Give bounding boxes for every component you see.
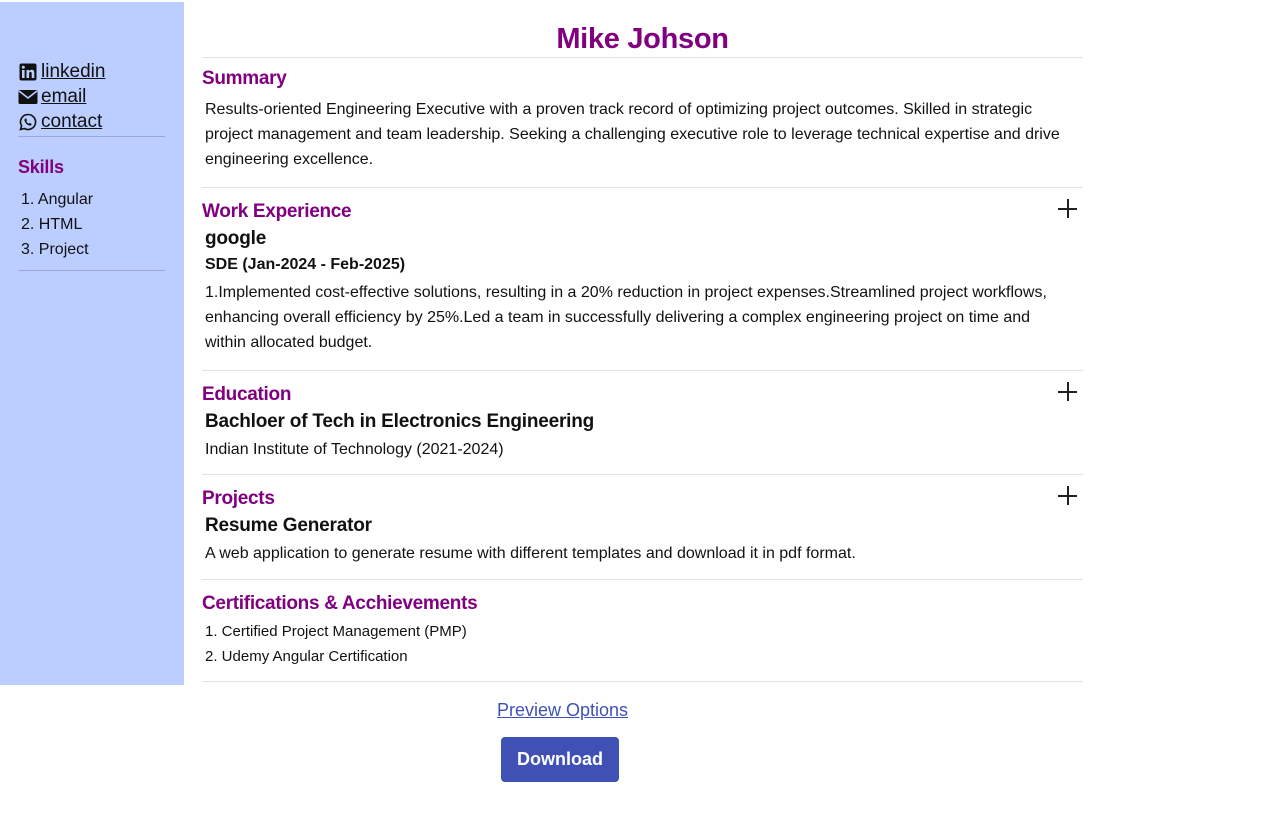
education-section: Education Bachloer of Tech in Electronic… (202, 371, 1083, 474)
projects-heading: Projects (202, 488, 275, 509)
skills-heading: Skills (18, 157, 64, 177)
education-school: Indian Institute of Technology (2021-202… (205, 441, 504, 458)
certification-item: 2. Udemy Angular Certification (205, 648, 408, 665)
linkedin-icon (18, 63, 38, 81)
preview-options-link[interactable]: Preview Options (497, 700, 628, 721)
add-education-plus-icon[interactable] (1057, 381, 1079, 403)
skill-item: 3. Project (21, 241, 89, 258)
contact-email[interactable]: email (18, 84, 166, 109)
download-button[interactable]: Download (501, 737, 619, 782)
certifications-list: 1. Certified Project Management (PMP) 2.… (202, 619, 1083, 669)
sidebar-divider (18, 270, 165, 271)
email-link[interactable]: email (41, 86, 86, 108)
work-company: google (205, 228, 267, 249)
project-name: Resume Generator (205, 515, 372, 536)
summary-heading: Summary (202, 68, 287, 89)
sidebar-divider (18, 136, 165, 137)
summary-section: Summary Results-oriented Engineering Exe… (202, 58, 1083, 187)
sidebar: linkedin email contact Skills 1. Angular… (0, 2, 184, 685)
add-project-plus-icon[interactable] (1057, 485, 1079, 507)
work-section: Work Experience google SDE (Jan-2024 - F… (202, 188, 1083, 370)
skill-item: 2. HTML (21, 216, 83, 233)
work-description: 1.Implemented cost-effective solutions, … (205, 284, 1047, 351)
summary-text: Results-oriented Engineering Executive w… (205, 101, 1060, 168)
projects-section: Projects Resume Generator A web applicat… (202, 475, 1083, 579)
education-degree: Bachloer of Tech in Electronics Engineer… (205, 411, 595, 432)
resume-preview: Mike Johson Summary Results-oriented Eng… (202, 0, 1083, 682)
certifications-section: Certifications & Acchievements 1. Certif… (202, 580, 1083, 681)
skill-item: 1. Angular (21, 191, 94, 208)
add-work-plus-icon[interactable] (1057, 198, 1079, 220)
certification-item: 1. Certified Project Management (PMP) (205, 623, 467, 640)
contact-linkedin[interactable]: linkedin (18, 59, 166, 84)
skills-list: 1. Angular 2. HTML 3. Project (18, 187, 166, 262)
contact-phone[interactable]: contact (18, 109, 166, 134)
project-description: A web application to generate resume wit… (205, 545, 856, 562)
education-heading: Education (202, 384, 292, 405)
work-heading: Work Experience (202, 201, 352, 222)
work-role: SDE (Jan-2024 - Feb-2025) (205, 256, 406, 273)
resume-name: Mike Johson (556, 23, 729, 55)
envelope-icon (18, 88, 38, 106)
whatsapp-icon (18, 113, 38, 131)
certifications-heading: Certifications & Acchievements (202, 593, 478, 614)
contact-link[interactable]: contact (41, 111, 102, 133)
section-divider (202, 681, 1083, 682)
linkedin-link[interactable]: linkedin (41, 61, 105, 83)
